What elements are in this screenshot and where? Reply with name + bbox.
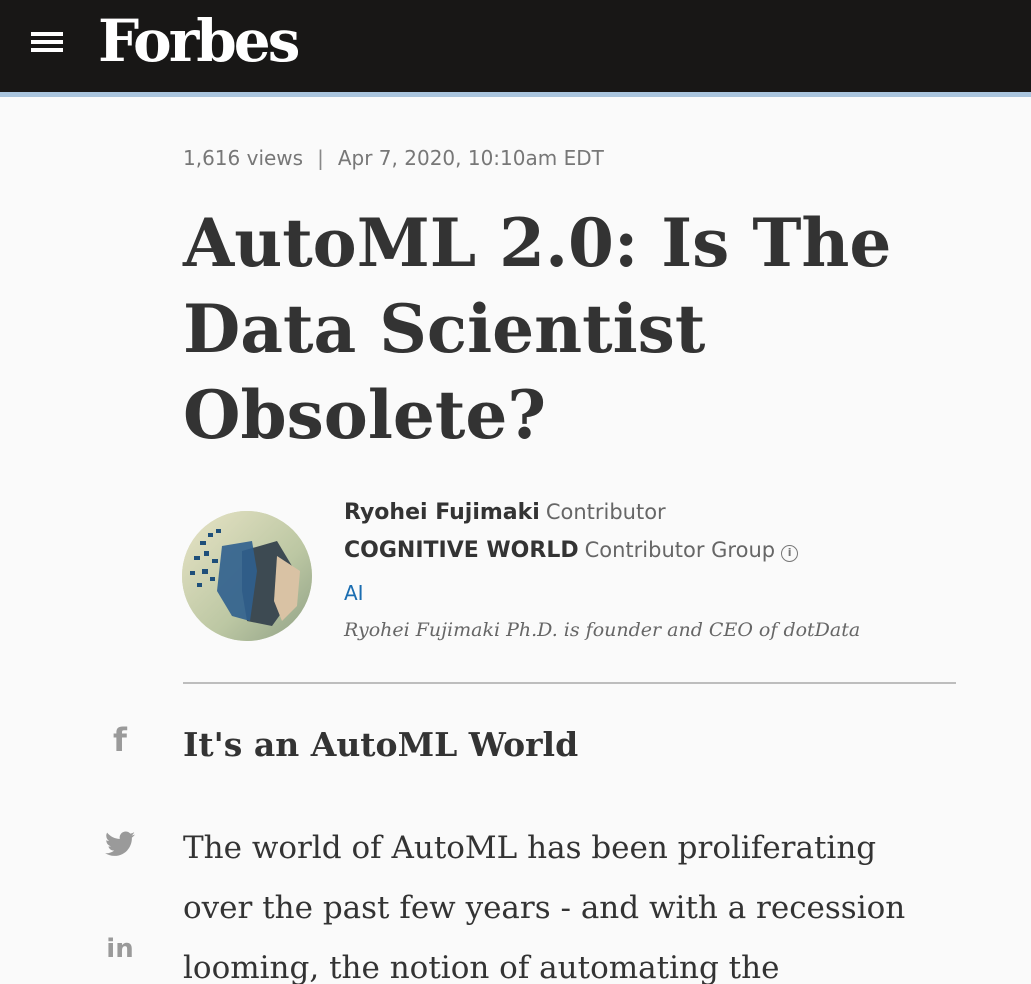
article-body-paragraph: The world of AutoML has been proliferati… bbox=[183, 830, 906, 984]
twitter-share-icon[interactable] bbox=[100, 824, 140, 864]
header-accent-bar bbox=[0, 92, 1031, 97]
author-bio: Ryohei Fujimaki Ph.D. is founder and CEO… bbox=[344, 619, 861, 641]
twitter-bird-icon bbox=[105, 831, 135, 856]
contributor-group-row: COGNITIVE WORLD Contributor Group i bbox=[344, 538, 799, 563]
topic-link[interactable]: AI bbox=[344, 581, 364, 605]
site-header: Forbes bbox=[0, 0, 1031, 92]
article-meta: 1,616 views | Apr 7, 2020, 10:10am EDT bbox=[183, 146, 604, 170]
publish-date: Apr 7, 2020, 10:10am EDT bbox=[337, 146, 604, 170]
contributor-group-name[interactable]: COGNITIVE WORLD bbox=[344, 538, 579, 563]
meta-separator: | bbox=[317, 146, 324, 170]
info-icon[interactable]: i bbox=[781, 545, 799, 562]
view-count: 1,616 views bbox=[183, 146, 304, 170]
author-role: Contributor bbox=[545, 500, 666, 524]
section-subhead: It's an AutoML World bbox=[183, 725, 579, 764]
avatar-image bbox=[182, 511, 312, 641]
byline-divider bbox=[183, 682, 956, 684]
author-name[interactable]: Ryohei Fujimaki bbox=[344, 500, 540, 525]
forbes-logo[interactable]: Forbes bbox=[98, 4, 300, 78]
author-row: Ryohei Fujimaki Contributor bbox=[344, 500, 666, 525]
hamburger-menu-icon[interactable] bbox=[29, 29, 65, 55]
contributor-group-role: Contributor Group bbox=[584, 538, 776, 562]
article-headline: AutoML 2.0: Is The Data Scientist Obsole… bbox=[183, 204, 892, 454]
author-avatar[interactable] bbox=[182, 511, 312, 641]
linkedin-share-icon[interactable]: in bbox=[100, 929, 140, 969]
facebook-share-icon[interactable]: f bbox=[100, 720, 140, 760]
